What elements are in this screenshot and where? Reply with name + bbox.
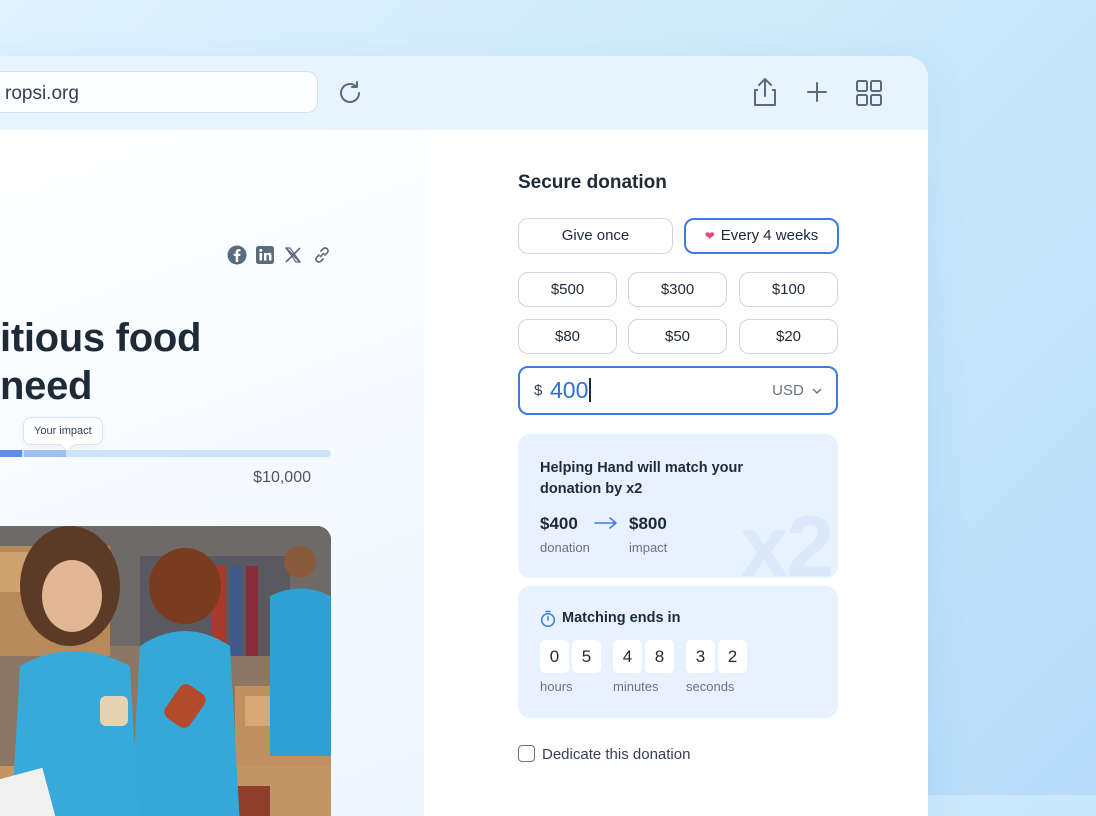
dedicate-label[interactable]: Dedicate this donation [542,746,690,763]
browser-toolbar: ropsi.org [0,56,928,130]
amount-80-button[interactable]: $80 [518,319,617,354]
hours-digit-1: 0 [540,640,569,673]
match-text: Helping Hand will match your donation by… [540,460,744,497]
currency-symbol: $ [534,382,543,399]
text-caret [589,378,592,402]
amount-500-button[interactable]: $500 [518,272,617,307]
impact-label: impact [629,540,668,555]
hours-label: hours [540,679,573,694]
amount-20-button[interactable]: $20 [739,319,838,354]
hours-digit-2: 5 [572,640,601,673]
linkedin-icon[interactable] [254,244,276,266]
match-card: x2 Helping Hand will match your donation… [518,434,838,578]
progress-bar [0,450,331,457]
seconds-digit-2: 2 [718,640,747,673]
seconds-label: seconds [686,679,735,694]
progress-raised [0,450,23,457]
goal-amount: $10,000 [253,469,311,486]
currency-select[interactable]: USD [772,382,822,399]
facebook-icon[interactable] [226,244,248,266]
give-once-button[interactable]: Give once [518,218,673,254]
new-tab-icon[interactable] [802,76,832,108]
every-4-weeks-button[interactable]: ❤ Every 4 weeks [684,218,839,254]
share-icon[interactable] [750,76,780,108]
campaign-panel: itious food need Your impact $10,000 [0,130,425,816]
arrow-right-icon [594,517,617,529]
every-4-weeks-label: Every 4 weeks [720,227,819,244]
donation-title: Secure donation [518,172,667,193]
link-icon[interactable] [311,244,333,266]
amount-50-button[interactable]: $50 [628,319,727,354]
browser-window: ropsi.org itious food need Your impact $… [0,56,928,816]
seconds-digit-1: 3 [686,640,715,673]
heart-icon: ❤ [704,229,715,243]
impact-value: $800 [629,514,667,533]
custom-amount-input[interactable]: $ 400 USD [518,366,838,415]
x2-watermark: x2 [740,499,834,578]
stopwatch-icon [540,610,556,628]
x-icon[interactable] [282,244,304,266]
amount-100-button[interactable]: $100 [739,272,838,307]
impact-tooltip: Your impact [23,417,103,445]
reload-icon[interactable] [334,77,366,109]
progress-your-impact [24,450,67,457]
campaign-headline: itious food need [0,314,201,410]
amount-value: 400 [550,377,592,404]
url-text: ropsi.org [5,83,79,104]
minutes-digit-2: 8 [645,640,674,673]
timer-card: Matching ends in 0 5 4 8 3 2 hours minut… [518,586,838,718]
timer-title: Matching ends in [562,610,681,626]
donation-label: donation [540,540,590,555]
volunteers-illustration [0,526,331,816]
dedicate-checkbox[interactable] [518,745,535,762]
donation-panel: Secure donation Give once ❤ Every 4 weeks… [424,130,928,816]
address-bar[interactable]: ropsi.org [0,71,318,113]
amount-300-button[interactable]: $300 [628,272,727,307]
tabs-grid-icon[interactable] [854,76,884,108]
volunteers-photo [0,526,331,816]
headline-line-2: need [0,364,93,408]
headline-line-1: itious food [0,316,202,360]
chevron-down-icon [812,388,822,394]
donation-value: $400 [540,514,578,533]
minutes-label: minutes [613,679,659,694]
minutes-digit-1: 4 [613,640,642,673]
